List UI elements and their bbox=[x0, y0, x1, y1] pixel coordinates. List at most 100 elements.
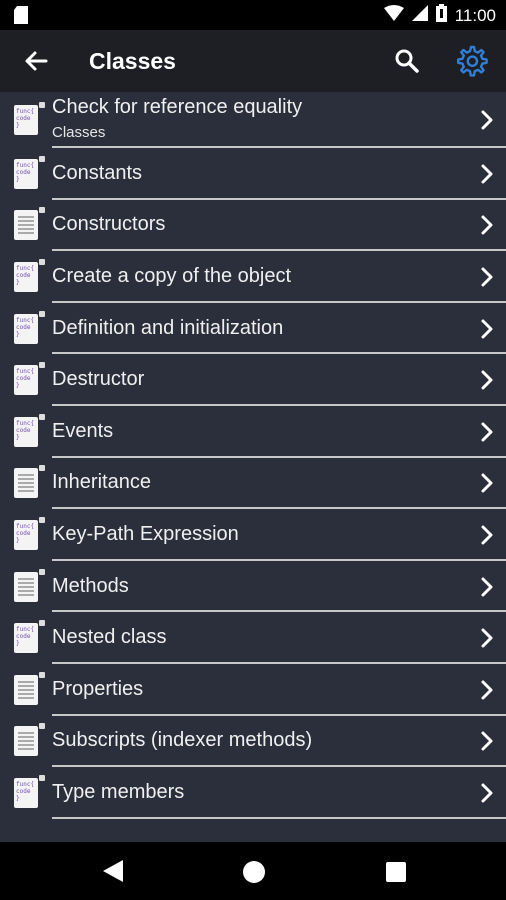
code-icon-line: func{ bbox=[16, 316, 35, 324]
badge-dot-icon bbox=[39, 207, 45, 214]
code-doc-icon: func{code} bbox=[14, 261, 38, 292]
badge-dot-icon bbox=[39, 774, 45, 781]
list-item[interactable]: Subscripts (indexer methods) bbox=[0, 716, 506, 768]
code-doc-icon: func{code} bbox=[14, 158, 38, 189]
doc-line bbox=[18, 232, 34, 235]
cellular-icon bbox=[411, 5, 428, 26]
doc-line bbox=[18, 744, 34, 747]
list-item-label: Constants bbox=[52, 161, 143, 184]
code-icon-line: } bbox=[16, 382, 20, 390]
code-doc-icon: func{code} bbox=[14, 623, 38, 654]
code-icon-line: code bbox=[16, 787, 31, 795]
list-item[interactable]: func{code} Nested class bbox=[0, 612, 506, 664]
list-item-label: Nested class bbox=[52, 626, 167, 649]
code-icon-text: func{code} bbox=[16, 162, 34, 183]
badge-dot-icon bbox=[39, 620, 45, 627]
list-item-sublabel: Classes bbox=[52, 124, 106, 141]
badge-dot-icon bbox=[39, 413, 45, 420]
chevron-right-icon bbox=[478, 471, 496, 495]
code-icon-line: } bbox=[16, 794, 20, 802]
doc-line bbox=[18, 490, 34, 493]
nav-back-icon[interactable] bbox=[103, 860, 123, 887]
code-icon-line: } bbox=[16, 175, 20, 183]
list-item[interactable]: Constructors bbox=[0, 200, 506, 252]
badge-dot-icon bbox=[39, 465, 45, 472]
list-item[interactable]: func{code} Type members bbox=[0, 767, 506, 819]
badge-dot-icon bbox=[39, 516, 45, 523]
list-item[interactable]: func{code} Key-Path Expression bbox=[0, 509, 506, 561]
doc-line bbox=[18, 585, 34, 588]
chevron-right-icon bbox=[478, 368, 496, 392]
code-icon-line: } bbox=[16, 278, 20, 286]
list-item-label: Check for reference equality bbox=[52, 96, 303, 118]
badge-dot-icon bbox=[39, 723, 45, 730]
divider bbox=[52, 816, 506, 819]
navigation-bar bbox=[0, 842, 506, 900]
code-icon-line: } bbox=[16, 433, 20, 441]
doc-line bbox=[18, 688, 34, 691]
code-icon-line: code bbox=[16, 529, 31, 537]
chevron-right-icon bbox=[478, 626, 496, 650]
code-icon-text: func{code} bbox=[16, 626, 34, 647]
code-icon-text: func{code} bbox=[16, 781, 34, 802]
code-icon-line: func{ bbox=[16, 780, 35, 788]
doc-line bbox=[18, 228, 34, 231]
list-item-label: Definition and initialization bbox=[52, 316, 284, 339]
list-item-label: Methods bbox=[52, 574, 129, 597]
code-doc-icon: func{code} bbox=[14, 416, 38, 447]
list-item[interactable]: func{code} Create a copy of the object bbox=[0, 251, 506, 303]
badge-dot-icon bbox=[39, 102, 45, 108]
doc-line bbox=[18, 220, 34, 223]
code-icon-line: func{ bbox=[16, 419, 35, 427]
text-doc-icon bbox=[14, 210, 38, 241]
code-icon-text: func{code} bbox=[16, 420, 34, 441]
doc-line bbox=[18, 216, 34, 219]
wifi-icon bbox=[383, 5, 404, 26]
chevron-right-icon bbox=[478, 265, 496, 289]
code-doc-icon: func{code} bbox=[14, 777, 38, 808]
settings-gear-icon[interactable] bbox=[454, 44, 488, 78]
code-icon-line: code bbox=[16, 115, 31, 122]
list-item[interactable]: func{code} Check for reference equality Cl… bbox=[0, 92, 506, 148]
badge-dot-icon bbox=[39, 568, 45, 575]
list-item[interactable]: func{code} Destructor bbox=[0, 354, 506, 406]
doc-line bbox=[18, 482, 34, 485]
list-item-label: Inheritance bbox=[52, 471, 151, 494]
code-icon-line: func{ bbox=[16, 108, 35, 115]
doc-line bbox=[18, 696, 34, 699]
code-icon-text: func{code} bbox=[16, 265, 34, 286]
list-item-label: Key-Path Expression bbox=[52, 522, 239, 545]
list-item[interactable]: Methods bbox=[0, 561, 506, 613]
doc-line bbox=[18, 748, 34, 751]
code-doc-icon: func{code} bbox=[14, 365, 38, 396]
badge-dot-icon bbox=[39, 155, 45, 162]
status-bar: 11:00 bbox=[0, 0, 506, 30]
clock: 11:00 bbox=[454, 5, 496, 25]
list-item[interactable]: Inheritance bbox=[0, 458, 506, 510]
code-icon-line: code bbox=[16, 168, 31, 176]
badge-dot-icon bbox=[39, 671, 45, 678]
nav-recents-icon[interactable] bbox=[386, 862, 406, 882]
code-icon-text: func{code} bbox=[16, 368, 34, 389]
sd-card-icon bbox=[14, 6, 28, 29]
chevron-right-icon bbox=[478, 729, 496, 753]
battery-icon bbox=[435, 4, 447, 27]
doc-line bbox=[18, 680, 34, 683]
code-icon-line: } bbox=[16, 640, 20, 648]
code-icon-line: } bbox=[16, 330, 20, 338]
list-item-label: Create a copy of the object bbox=[52, 264, 292, 287]
list-item[interactable]: func{code} Definition and initialization bbox=[0, 303, 506, 355]
back-arrow-icon[interactable] bbox=[20, 47, 50, 77]
doc-line bbox=[18, 684, 34, 687]
doc-line bbox=[18, 740, 34, 743]
list-item-label: Destructor bbox=[52, 368, 145, 391]
doc-line bbox=[18, 474, 34, 477]
doc-line bbox=[18, 732, 34, 735]
list-item-label: Events bbox=[52, 419, 114, 442]
list-item[interactable]: func{code} Events bbox=[0, 406, 506, 458]
chevron-right-icon bbox=[478, 523, 496, 547]
list-item[interactable]: func{code} Constants bbox=[0, 148, 506, 200]
search-icon[interactable] bbox=[393, 47, 421, 75]
nav-home-icon[interactable] bbox=[243, 861, 265, 883]
list-item[interactable]: Properties bbox=[0, 664, 506, 716]
